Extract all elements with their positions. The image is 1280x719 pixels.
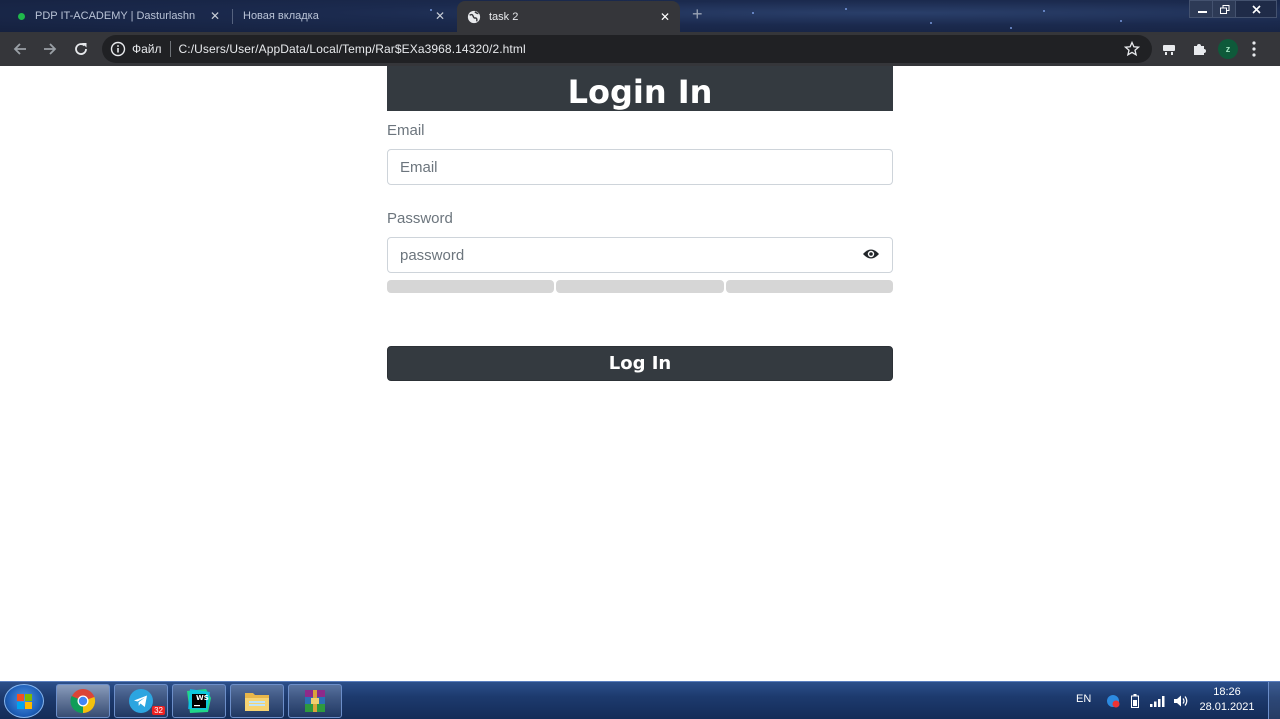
clock-time: 18:26 <box>1213 686 1241 698</box>
back-button[interactable] <box>10 39 30 59</box>
winrar-icon <box>305 690 325 712</box>
password-strength-meter <box>387 280 893 293</box>
battery-icon[interactable] <box>1131 694 1139 708</box>
forward-button[interactable] <box>40 39 60 59</box>
language-indicator[interactable]: EN <box>1076 693 1091 705</box>
profile-initial: z <box>1225 44 1231 54</box>
login-card: Login In Email Password Log In <box>387 66 893 381</box>
profile-avatar[interactable]: z <box>1218 39 1238 59</box>
taskbar-chrome[interactable] <box>56 684 110 718</box>
reload-icon <box>75 43 87 55</box>
tab-task-2[interactable]: task 2 ✕ <box>457 1 680 32</box>
restore-icon <box>1220 4 1230 14</box>
puzzle-icon <box>1194 44 1206 55</box>
arrow-right-icon <box>44 43 57 55</box>
media-icon <box>1163 45 1175 55</box>
scheme-label: Файл <box>132 42 162 56</box>
tab-new-tab[interactable]: Новая вкладка ✕ <box>233 0 455 32</box>
show-desktop-button[interactable] <box>1268 682 1280 719</box>
webstorm-label: WS <box>196 694 209 702</box>
extensions-button[interactable] <box>1190 40 1208 58</box>
omnibox-divider <box>169 41 171 57</box>
network-signal-icon[interactable] <box>1150 695 1166 707</box>
globe-icon <box>467 10 481 23</box>
system-clock[interactable]: 18:26 28.01.2021 <box>1196 685 1258 715</box>
telegram-unread-badge: 32 <box>152 706 165 715</box>
bookmark-star-icon[interactable] <box>1124 41 1140 57</box>
minimize-icon <box>1197 11 1207 13</box>
site-favicon-icon <box>18 12 25 20</box>
start-button[interactable] <box>4 684 44 718</box>
tab-title: PDP IT-ACADEMY | Dasturlashni <box>35 10 195 22</box>
tab-pdp-academy[interactable]: PDP IT-ACADEMY | Dasturlashni ✕ <box>8 0 230 32</box>
password-field[interactable] <box>387 237 893 273</box>
address-bar[interactable]: Файл C:/Users/User/AppData/Local/Temp/Ra… <box>102 35 1152 63</box>
tab-title: task 2 <box>489 10 519 23</box>
browser-tabstrip: PDP IT-ACADEMY | Dasturlashni ✕ Новая вк… <box>0 0 1280 32</box>
browser-toolbar: Файл C:/Users/User/AppData/Local/Temp/Ra… <box>0 32 1280 66</box>
url-text[interactable]: C:/Users/User/AppData/Local/Temp/Rar$EXa… <box>179 42 526 56</box>
taskbar-webstorm[interactable]: WS <box>172 684 226 718</box>
taskbar-telegram[interactable]: 32 <box>114 684 168 718</box>
close-tab-icon[interactable]: ✕ <box>435 9 445 23</box>
taskbar-explorer[interactable] <box>230 684 284 718</box>
volume-icon[interactable] <box>1173 694 1189 708</box>
email-label: Email <box>387 122 425 139</box>
media-control-button[interactable] <box>1160 40 1178 58</box>
taskbar-winrar[interactable] <box>288 684 342 718</box>
clock-date: 28.01.2021 <box>1199 701 1255 713</box>
close-window-button[interactable] <box>1235 0 1277 18</box>
arrow-left-icon <box>13 43 26 55</box>
chrome-icon <box>70 689 96 714</box>
windows-logo-icon <box>17 694 32 709</box>
strength-segment <box>387 280 555 293</box>
eye-icon[interactable] <box>862 247 880 261</box>
notification-icon[interactable] <box>1106 694 1120 708</box>
page-title: Login In <box>387 66 893 111</box>
close-tab-icon[interactable]: ✕ <box>210 9 220 23</box>
password-label: Password <box>387 210 453 227</box>
new-tab-button[interactable]: + <box>692 4 703 25</box>
strength-segment <box>556 280 724 293</box>
login-button[interactable]: Log In <box>387 346 893 381</box>
folder-icon <box>245 693 269 711</box>
close-tab-icon[interactable]: ✕ <box>660 10 670 24</box>
windows-taskbar: 32 WS EN 18:26 28.01.2021 <box>0 681 1280 719</box>
strength-segment <box>725 280 893 293</box>
reload-button[interactable] <box>71 39 91 59</box>
tab-title: Новая вкладка <box>243 10 319 22</box>
telegram-icon <box>129 689 153 713</box>
email-field[interactable] <box>387 149 893 185</box>
password-wrapper <box>387 237 893 273</box>
menu-kebab-icon[interactable] <box>1252 41 1256 57</box>
close-icon <box>1251 4 1261 14</box>
info-icon[interactable] <box>110 41 126 57</box>
